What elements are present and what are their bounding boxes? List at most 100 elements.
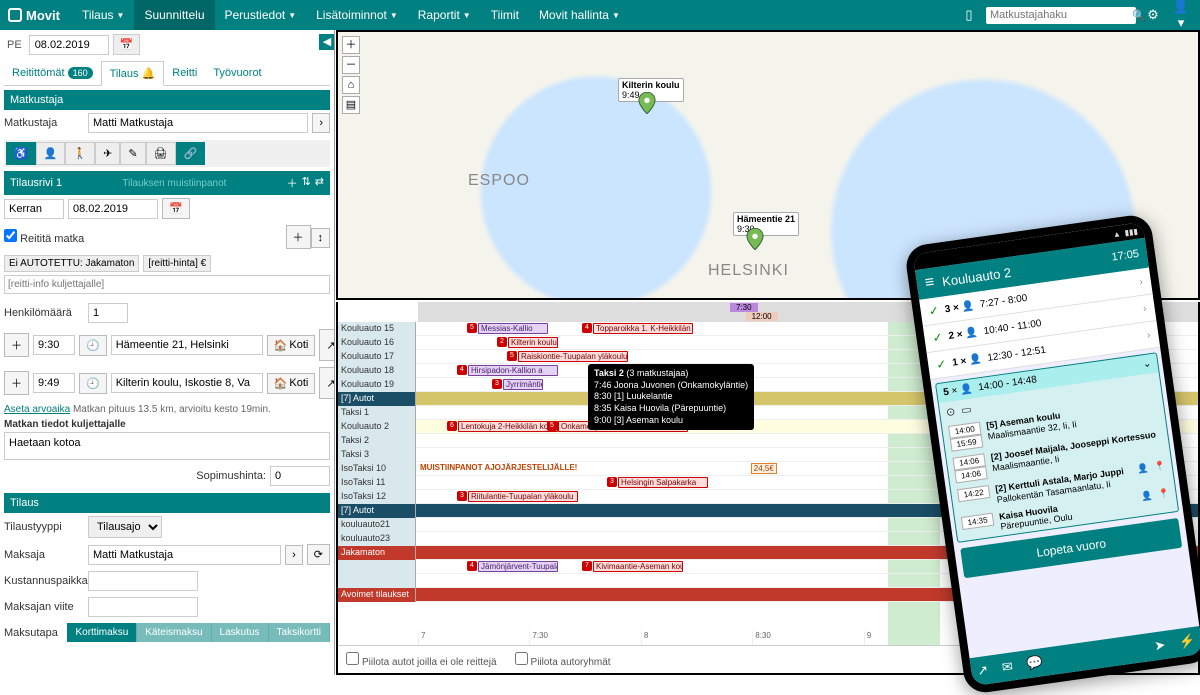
row-calendar-icon[interactable]: 📅	[162, 198, 190, 219]
payer-input[interactable]	[88, 545, 281, 565]
menu-tilaus[interactable]: Tilaus▼	[72, 0, 135, 30]
timeline-bar[interactable]: Raiskiontie-Tuupalan yläkoulu	[518, 351, 628, 362]
timeline-bar[interactable]: Hirsipadon-Kallion a	[468, 365, 558, 376]
clock-icon-2[interactable]: 🕘	[79, 373, 107, 394]
frequency-input[interactable]	[4, 199, 64, 219]
leg1-plus[interactable]: ＋	[4, 333, 29, 357]
wheelchair-icon[interactable]: ♿	[6, 142, 36, 165]
timeline-bar[interactable]: Kivimaantie-Aseman koulu	[593, 561, 683, 572]
passenger-count-bubble: 3	[492, 379, 502, 389]
menu-tiimit[interactable]: Tiimit	[481, 0, 529, 30]
driver-info-text[interactable]: Haetaan kotoa	[4, 432, 330, 460]
menu-lisatoiminnot[interactable]: Lisätoiminnot▼	[306, 0, 408, 30]
leg2-dest-button[interactable]: ↗ Kilterin kou...	[319, 367, 335, 399]
map-pin-icon[interactable]	[638, 92, 656, 114]
contract-price-input[interactable]	[270, 466, 330, 486]
pay-invoice[interactable]: Laskutus	[212, 623, 269, 642]
timeline-bar[interactable]: Kilterin koulu	[508, 337, 558, 348]
leg1-dest-button[interactable]: ↗ Kilterin kou...	[319, 329, 335, 361]
person-icon[interactable]: 👤	[36, 142, 66, 165]
gear-icon[interactable]: ⚙	[1142, 7, 1164, 23]
map-route-line	[338, 32, 638, 182]
map-pin-icon-2[interactable]	[746, 228, 764, 250]
date-input[interactable]	[29, 35, 109, 55]
hide-empty-checkbox[interactable]: Piilota autot joilla ei ole reittejä	[346, 652, 497, 668]
clock-icon[interactable]: 🕘	[79, 335, 107, 356]
passenger-lookup-button[interactable]: ›	[312, 113, 330, 133]
leg2-address[interactable]	[111, 373, 263, 393]
sort-icon[interactable]: ⇅	[302, 175, 311, 191]
set-estimate-link[interactable]: Aseta arvoaika	[4, 404, 70, 415]
reorder-button[interactable]: ↕	[311, 228, 331, 248]
person-icon: 👤	[1141, 490, 1154, 502]
hamburger-icon[interactable]: ≡	[924, 274, 936, 293]
edit-icon[interactable]: ✎	[120, 142, 145, 165]
calendar-icon[interactable]: 📅	[113, 34, 141, 55]
menu-perustiedot[interactable]: Perustiedot▼	[215, 0, 307, 30]
route-hint: [reitti-hinta] €	[143, 255, 211, 272]
collapse-panel-icon[interactable]: ◀	[319, 34, 335, 50]
passenger-search[interactable]: 🔍	[986, 7, 1136, 24]
row-label	[338, 574, 416, 588]
costcenter-input[interactable]	[88, 571, 198, 591]
timeline-bar[interactable]: Topparoikka 1. K-Heikkilän koulu	[593, 323, 693, 334]
leg1-home-button[interactable]: 🏠 Koti	[267, 335, 316, 356]
user-icon[interactable]: 👤▾	[1170, 0, 1192, 31]
plus-button[interactable]: ＋	[286, 225, 311, 249]
leg1-time[interactable]	[33, 335, 75, 355]
driver-route-info[interactable]	[4, 275, 330, 294]
pay-taxicard[interactable]: Taksikortti	[269, 623, 330, 642]
search-input[interactable]	[990, 9, 1132, 21]
print-icon[interactable]: 🖨	[146, 142, 176, 165]
mail-icon[interactable]: ✉	[1001, 658, 1014, 675]
brand: Movit	[8, 8, 60, 23]
menu-hallinta[interactable]: Movit hallinta▼	[529, 0, 630, 30]
steering-icon[interactable]: ⊙	[945, 405, 956, 419]
phone-current-trip: 5 × 👤14:00 - 14:48⌄ ⊙▭ 14:0015:59[5] Ase…	[935, 352, 1179, 543]
row-label: IsoTaksi 12	[338, 490, 416, 504]
leg2-home-button[interactable]: 🏠 Koti	[267, 373, 316, 394]
mobile-icon[interactable]: ▯	[958, 7, 980, 23]
bolt-icon[interactable]: ⚡	[1178, 633, 1196, 651]
payer-sync-icon[interactable]: ⟳	[307, 544, 330, 565]
chevron-down-icon[interactable]: ⌄	[1142, 358, 1152, 370]
route-checkbox[interactable]	[4, 229, 17, 242]
row-label: Taksi 3	[338, 448, 416, 462]
pay-card[interactable]: Korttimaksu	[67, 623, 137, 642]
leg2-time[interactable]	[33, 373, 75, 393]
pay-cash[interactable]: Käteismaksu	[137, 623, 211, 642]
link-icon[interactable]: 🔗	[176, 142, 206, 165]
row-date-input[interactable]	[68, 199, 158, 219]
row-label: IsoTaksi 11	[338, 476, 416, 490]
tab-reitittomat[interactable]: Reitittömät160	[4, 61, 101, 85]
timeline-bar[interactable]: Messias-Kallio	[478, 323, 548, 334]
tab-tilaus[interactable]: Tilaus🔔	[101, 61, 165, 86]
menu-suunnittelu[interactable]: Suunnittelu	[134, 0, 214, 30]
leg2-plus[interactable]: ＋	[4, 371, 29, 395]
walk-icon[interactable]: 🚶	[65, 142, 95, 165]
chat-icon[interactable]: 💬	[1026, 654, 1044, 672]
swap-icon[interactable]: ⇄	[315, 175, 324, 191]
passenger-icon-toolbar: ♿ 👤 🚶 ✈ ✎ 🖨 🔗	[4, 140, 330, 167]
share-icon[interactable]: ↗	[976, 662, 989, 679]
timeline-bar[interactable]: Jämönjärvent-Tuupalan ylä	[478, 561, 558, 572]
leg1-address[interactable]	[111, 335, 263, 355]
timeline-bar[interactable]: Jyrrimäntie	[503, 379, 543, 390]
timeline-bar[interactable]: Riitulantie-Tuupalan yläkoulu	[468, 491, 578, 502]
hide-groups-checkbox[interactable]: Piilota autoryhmät	[515, 652, 611, 668]
note-icon[interactable]: ▭	[960, 403, 972, 417]
menu-raportit[interactable]: Raportit▼	[408, 0, 481, 30]
plane-icon[interactable]: ✈	[95, 142, 120, 165]
timeline-bar[interactable]: Lentokuja 2-Heikkilän kou	[458, 421, 558, 432]
row-label: Kouluauto 2	[338, 420, 416, 434]
passenger-name-input[interactable]	[88, 113, 308, 133]
persons-input[interactable]	[88, 303, 128, 323]
nav-icon[interactable]: ➤	[1154, 637, 1167, 654]
add-row-icon[interactable]: ＋	[287, 175, 298, 191]
payer-lookup[interactable]: ›	[285, 545, 303, 565]
tab-reitti[interactable]: Reitti	[164, 61, 205, 85]
payer-ref-input[interactable]	[88, 597, 198, 617]
order-type-select[interactable]: Tilausajo	[88, 516, 162, 538]
timeline-bar[interactable]: Helsingin Salpakarka	[618, 477, 708, 488]
tab-tyovuorot[interactable]: Työvuorot	[205, 61, 269, 85]
